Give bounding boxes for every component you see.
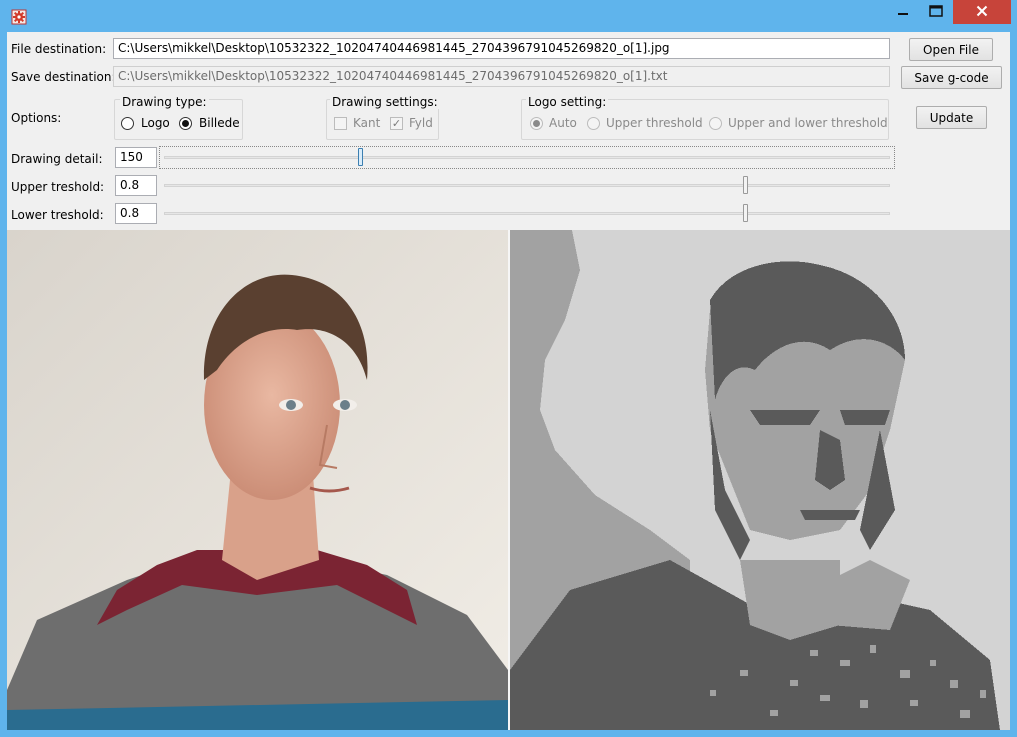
checkmark-icon: ✓ xyxy=(390,117,403,130)
lower-treshold-slider-track[interactable] xyxy=(164,212,890,215)
drawing-settings-title: Drawing settings: xyxy=(330,95,440,109)
logo-setting-title: Logo setting: xyxy=(526,95,609,109)
billede-radio-label: Billede xyxy=(199,116,240,130)
file-destination-label: File destination: xyxy=(11,42,107,56)
kant-checkbox: Kant xyxy=(334,116,384,132)
save-destination-input: C:\Users\mikkel\Desktop\10532322_1020474… xyxy=(113,66,890,87)
auto-radio-circle xyxy=(530,117,543,130)
logo-radio-label: Logo xyxy=(141,116,170,130)
upper-threshold-radio: Upper threshold xyxy=(587,116,703,132)
gear-app-icon xyxy=(11,9,27,25)
billede-radio-circle xyxy=(179,117,192,130)
auto-radio: Auto xyxy=(530,116,582,132)
file-destination-input[interactable]: C:\Users\mikkel\Desktop\10532322_1020474… xyxy=(113,38,890,59)
billede-radio[interactable]: Billede xyxy=(179,116,243,132)
drawing-detail-slider-thumb[interactable] xyxy=(358,148,364,166)
upper-threshold-radio-circle xyxy=(587,117,600,130)
processed-image xyxy=(510,230,1010,730)
client-area: File destination: C:\Users\mikkel\Deskto… xyxy=(7,32,1010,730)
upper-treshold-slider-thumb[interactable] xyxy=(742,176,748,194)
upper-treshold-label: Upper treshold: xyxy=(11,180,105,194)
open-file-button[interactable]: Open File xyxy=(909,38,993,61)
upper-lower-threshold-radio: Upper and lower threshold xyxy=(709,116,888,132)
auto-radio-label: Auto xyxy=(549,116,577,130)
maximize-icon xyxy=(929,4,943,20)
processed-image-panel xyxy=(510,230,1010,730)
minimize-button[interactable] xyxy=(890,0,916,24)
drawing-detail-slider-track[interactable] xyxy=(164,156,890,159)
lower-treshold-label: Lower treshold: xyxy=(11,208,104,222)
upper-lower-threshold-radio-label: Upper and lower threshold xyxy=(728,116,888,130)
kant-checkbox-box xyxy=(334,117,347,130)
original-image-panel xyxy=(7,230,508,730)
save-destination-label: Save destination: xyxy=(11,70,116,84)
fyld-checkbox-label: Fyld xyxy=(409,116,433,130)
maximize-button[interactable] xyxy=(921,0,951,24)
options-label: Options: xyxy=(11,111,62,125)
logo-radio-circle xyxy=(121,117,134,130)
close-button[interactable] xyxy=(953,0,1011,24)
upper-treshold-input[interactable]: 0.8 xyxy=(115,175,157,196)
drawing-detail-label: Drawing detail: xyxy=(11,152,103,166)
fyld-checkbox: ✓ Fyld xyxy=(390,116,438,132)
save-gcode-button[interactable]: Save g-code xyxy=(901,66,1002,89)
original-photo xyxy=(7,230,508,730)
lower-treshold-slider-thumb[interactable] xyxy=(742,204,748,222)
kant-checkbox-label: Kant xyxy=(353,116,381,130)
update-button[interactable]: Update xyxy=(916,106,987,129)
drawing-type-title: Drawing type: xyxy=(120,95,209,109)
drawing-detail-input[interactable]: 150 xyxy=(115,147,157,168)
minimize-icon xyxy=(897,5,909,20)
lower-treshold-input[interactable]: 0.8 xyxy=(115,203,157,224)
upper-threshold-radio-label: Upper threshold xyxy=(606,116,703,130)
logo-radio[interactable]: Logo xyxy=(121,116,183,132)
upper-lower-threshold-radio-circle xyxy=(709,117,722,130)
title-bar xyxy=(0,0,1017,32)
close-icon xyxy=(976,5,988,20)
upper-treshold-slider-track[interactable] xyxy=(164,184,890,187)
